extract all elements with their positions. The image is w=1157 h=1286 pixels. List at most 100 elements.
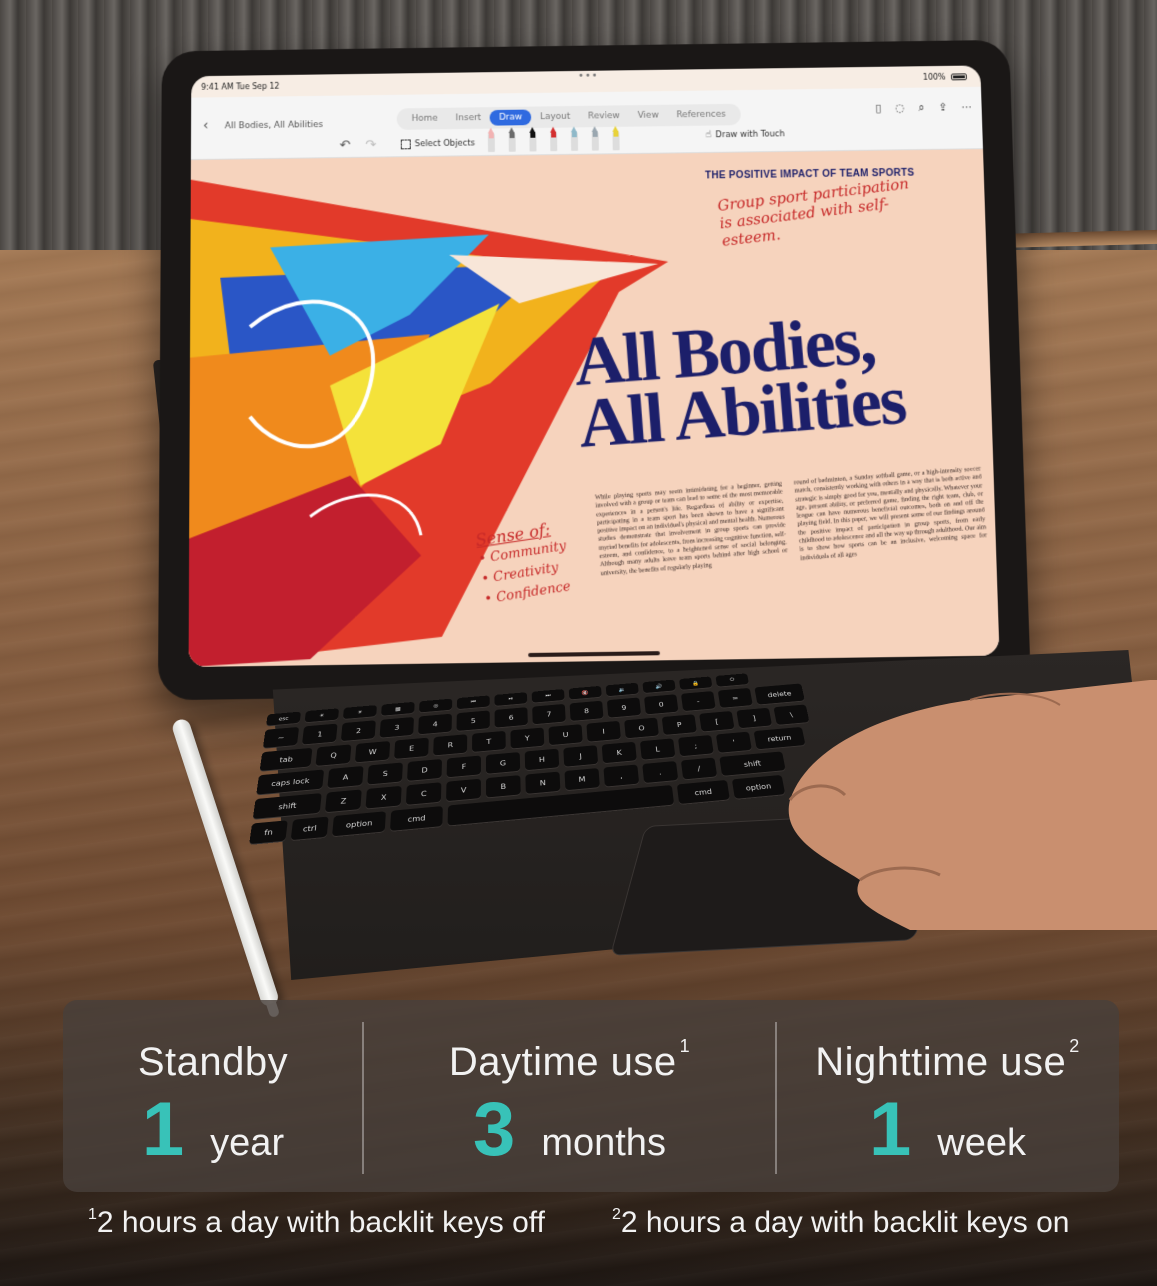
keyboard-key[interactable]: ☀ (342, 705, 377, 720)
keyboard-key[interactable]: 🔊 (642, 679, 676, 694)
keyboard-key[interactable]: G (485, 752, 521, 774)
pen-tool[interactable] (570, 131, 579, 151)
tab-draw[interactable]: Draw (489, 109, 532, 126)
keyboard-key[interactable]: B (485, 775, 521, 798)
keyboard-key[interactable]: ☀ (304, 708, 340, 723)
keyboard-key[interactable]: tab (259, 747, 313, 771)
keyboard-key[interactable]: 7 (532, 703, 566, 725)
keyboard-key[interactable]: C (405, 782, 442, 805)
keyboard-key[interactable]: K (601, 741, 637, 764)
keyboard-key[interactable]: [ (699, 710, 735, 732)
keyboard-key[interactable]: H (524, 748, 560, 771)
keyboard-key[interactable]: 3 (379, 716, 414, 738)
keyboard-key[interactable]: 5 (456, 710, 490, 732)
keyboard-key[interactable]: - (680, 691, 716, 712)
keyboard-key[interactable]: 1 (301, 723, 338, 745)
pen-tool[interactable] (591, 131, 599, 151)
keyboard-key[interactable]: cmd (389, 806, 443, 831)
keyboard-key[interactable]: ▦ (381, 701, 415, 716)
stat-daytime-use: Daytime use 1 3 months (363, 1000, 776, 1192)
pen-tool[interactable] (612, 130, 620, 151)
keyboard-key[interactable]: option (332, 811, 386, 837)
pen-tool[interactable] (550, 131, 558, 152)
keyboard-key[interactable]: ⏮ (456, 695, 490, 710)
keyboard-key[interactable]: , (603, 764, 640, 787)
tab-review[interactable]: Review (579, 108, 629, 124)
keyboard-key[interactable]: 9 (606, 697, 642, 718)
keyboard-key[interactable]: cmd (676, 779, 730, 805)
keyboard-key[interactable]: N (525, 771, 561, 794)
keyboard-key[interactable]: ⏭ (531, 689, 565, 703)
keyboard-key[interactable]: J (563, 745, 599, 767)
device-icon[interactable]: ▯ (875, 102, 881, 116)
keyboard-key[interactable]: 🔉 (605, 682, 639, 697)
keyboard-key[interactable]: caps lock (256, 769, 325, 795)
keyboard-key[interactable]: 2 (340, 720, 376, 742)
keyboard-key[interactable]: W (354, 740, 391, 763)
document-title[interactable]: All Bodies, All Abilities (225, 120, 323, 131)
document-page[interactable]: THE POSITIVE IMPACT OF TEAM SPORTS Group… (188, 149, 1000, 668)
pen-tool[interactable] (487, 132, 495, 153)
pen-color-swatch (530, 131, 536, 138)
keyboard-key[interactable]: F (446, 755, 481, 778)
keyboard-key[interactable]: ⏻ (715, 673, 749, 687)
keyboard-key[interactable]: ' (715, 731, 752, 753)
keyboard-key[interactable]: ◎ (419, 698, 453, 713)
tab-layout[interactable]: Layout (531, 109, 579, 125)
keyboard-key[interactable]: esc (266, 711, 302, 726)
pen-tool[interactable] (508, 132, 516, 152)
keyboard-key[interactable]: U (548, 724, 583, 746)
keyboard-key[interactable]: 0 (643, 694, 679, 715)
keyboard-key[interactable]: D (407, 758, 443, 781)
search-icon[interactable]: ⌕ (918, 101, 925, 115)
tab-insert[interactable]: Insert (447, 110, 490, 126)
tab-view[interactable]: View (629, 108, 668, 124)
keyboard-key[interactable]: O (624, 717, 659, 739)
keyboard-key[interactable]: 4 (418, 713, 452, 735)
keyboard-key[interactable]: E (394, 737, 429, 759)
share-icon[interactable]: ⇪ (938, 101, 948, 115)
keyboard-key[interactable]: 🔇 (568, 685, 602, 700)
keyboard-key[interactable]: T (472, 730, 506, 753)
lightbulb-icon[interactable]: ◌ (895, 101, 905, 115)
keyboard-key[interactable]: 🔒 (678, 676, 713, 690)
keyboard-key[interactable]: S (367, 762, 403, 785)
keyboard-key[interactable]: ] (736, 707, 773, 729)
keyboard-key[interactable]: / (680, 757, 718, 780)
stat-unit: week (937, 1122, 1026, 1164)
keyboard-key[interactable]: = (717, 687, 753, 708)
keyboard-key[interactable]: M (564, 767, 600, 791)
keyboard-key[interactable]: X (365, 785, 402, 809)
draw-with-touch-toggle[interactable]: ☝ Draw with Touch (705, 128, 784, 140)
more-icon[interactable]: ··· (961, 101, 972, 115)
keyboard-key[interactable]: shift (252, 793, 322, 819)
redo-icon[interactable]: ↷ (365, 138, 376, 153)
stat-value: 1 week (776, 1092, 1119, 1168)
keyboard-key[interactable]: 6 (494, 707, 528, 728)
keyboard-key[interactable]: 8 (569, 700, 604, 722)
keyboard-key[interactable]: ; (677, 734, 714, 757)
keyboard-key[interactable]: Y (510, 727, 545, 749)
tab-home[interactable]: Home (403, 111, 447, 127)
keyboard-key[interactable]: P (661, 714, 697, 735)
keyboard-key[interactable]: R (433, 734, 468, 756)
tab-references[interactable]: References (667, 107, 735, 124)
keyboard-key[interactable]: . (642, 760, 679, 784)
multitask-dots-icon[interactable]: ••• (578, 71, 599, 82)
keyboard-key[interactable]: ⏯ (494, 692, 528, 706)
tablet-screen: 9:41 AM Tue Sep 12 ••• 100% ‹ All Bodies… (188, 65, 1000, 668)
pen-tool[interactable] (529, 131, 537, 152)
footnote-1: 12 hours a day with backlit keys off (88, 1206, 545, 1240)
keyboard-key[interactable]: L (639, 738, 676, 760)
keyboard-key[interactable]: I (586, 720, 621, 742)
keyboard-key[interactable]: fn (249, 820, 288, 845)
keyboard-key[interactable]: ~ (262, 726, 300, 749)
keyboard-key[interactable]: Z (324, 789, 362, 813)
back-chevron-icon[interactable]: ‹ (203, 118, 213, 134)
select-objects-button[interactable]: Select Objects (400, 139, 475, 150)
keyboard-key[interactable]: V (446, 778, 481, 802)
undo-icon[interactable]: ↶ (339, 138, 350, 153)
keyboard-key[interactable]: A (327, 765, 364, 789)
keyboard-key[interactable]: ctrl (290, 816, 329, 841)
keyboard-key[interactable]: Q (315, 744, 352, 766)
